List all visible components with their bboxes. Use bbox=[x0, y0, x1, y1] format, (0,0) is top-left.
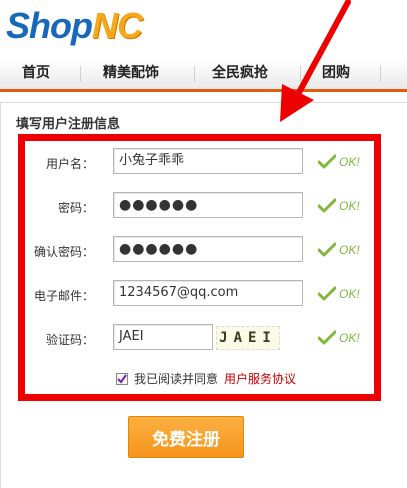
agree-checkbox[interactable] bbox=[116, 372, 128, 385]
user-agreement-link[interactable]: 用户服务协议 bbox=[224, 370, 296, 387]
password-ok-status: OK! bbox=[318, 196, 360, 216]
highlight-box bbox=[18, 134, 381, 401]
email-label: 电子邮件： bbox=[33, 289, 94, 303]
captcha-label: 验证码： bbox=[45, 333, 94, 347]
captcha-field[interactable]: JAEI bbox=[113, 324, 213, 350]
username-field[interactable]: 小兔子乖乖 bbox=[113, 148, 303, 174]
email-ok-status: OK! bbox=[318, 284, 360, 304]
username-label: 用户名： bbox=[45, 157, 94, 171]
ok-text: OK! bbox=[339, 199, 360, 213]
red-arrow-annotation bbox=[280, 0, 351, 122]
logo-shop-text: Shop bbox=[6, 5, 93, 46]
nav-item-home[interactable]: 首页 bbox=[22, 58, 50, 88]
nav-separator bbox=[380, 66, 381, 82]
agreement-row: 我已阅读并同意 用户服务协议 bbox=[116, 370, 296, 387]
nav-item-accessories[interactable]: 精美配饰 bbox=[103, 58, 159, 88]
check-icon bbox=[318, 242, 336, 257]
email-field[interactable]: 1234567@qq.com bbox=[113, 280, 303, 306]
ok-text: OK! bbox=[339, 287, 360, 301]
free-register-button[interactable]: 免费注册 bbox=[128, 416, 244, 458]
ok-text: OK! bbox=[339, 243, 360, 257]
check-icon bbox=[318, 330, 336, 345]
check-icon bbox=[318, 198, 336, 213]
ok-text: OK! bbox=[339, 331, 360, 345]
agree-text: 我已阅读并同意 bbox=[134, 372, 219, 386]
ok-text: OK! bbox=[339, 155, 360, 169]
password-label: 密码： bbox=[57, 201, 94, 215]
nav-item-flash-sale[interactable]: 全民疯抢 bbox=[212, 58, 268, 88]
check-icon bbox=[318, 286, 336, 301]
username-ok-status: OK! bbox=[318, 152, 360, 172]
logo-nc-text: NC bbox=[91, 5, 143, 46]
confirm-password-label: 确认密码： bbox=[33, 245, 94, 259]
checkmark-icon bbox=[117, 373, 127, 384]
nav-separator bbox=[194, 66, 195, 82]
confirm-password-field[interactable]: ●●●●●● bbox=[113, 236, 303, 262]
check-icon bbox=[318, 154, 336, 169]
form-title: 填写用户注册信息 bbox=[16, 117, 121, 132]
captcha-image[interactable]: JAEI bbox=[216, 326, 280, 350]
confirm-password-ok-status: OK! bbox=[318, 240, 360, 260]
nav-separator bbox=[80, 66, 81, 82]
captcha-ok-status: OK! bbox=[318, 328, 360, 348]
password-field[interactable]: ●●●●●● bbox=[113, 192, 303, 218]
shopnc-logo: Shop NC bbox=[6, 0, 143, 46]
